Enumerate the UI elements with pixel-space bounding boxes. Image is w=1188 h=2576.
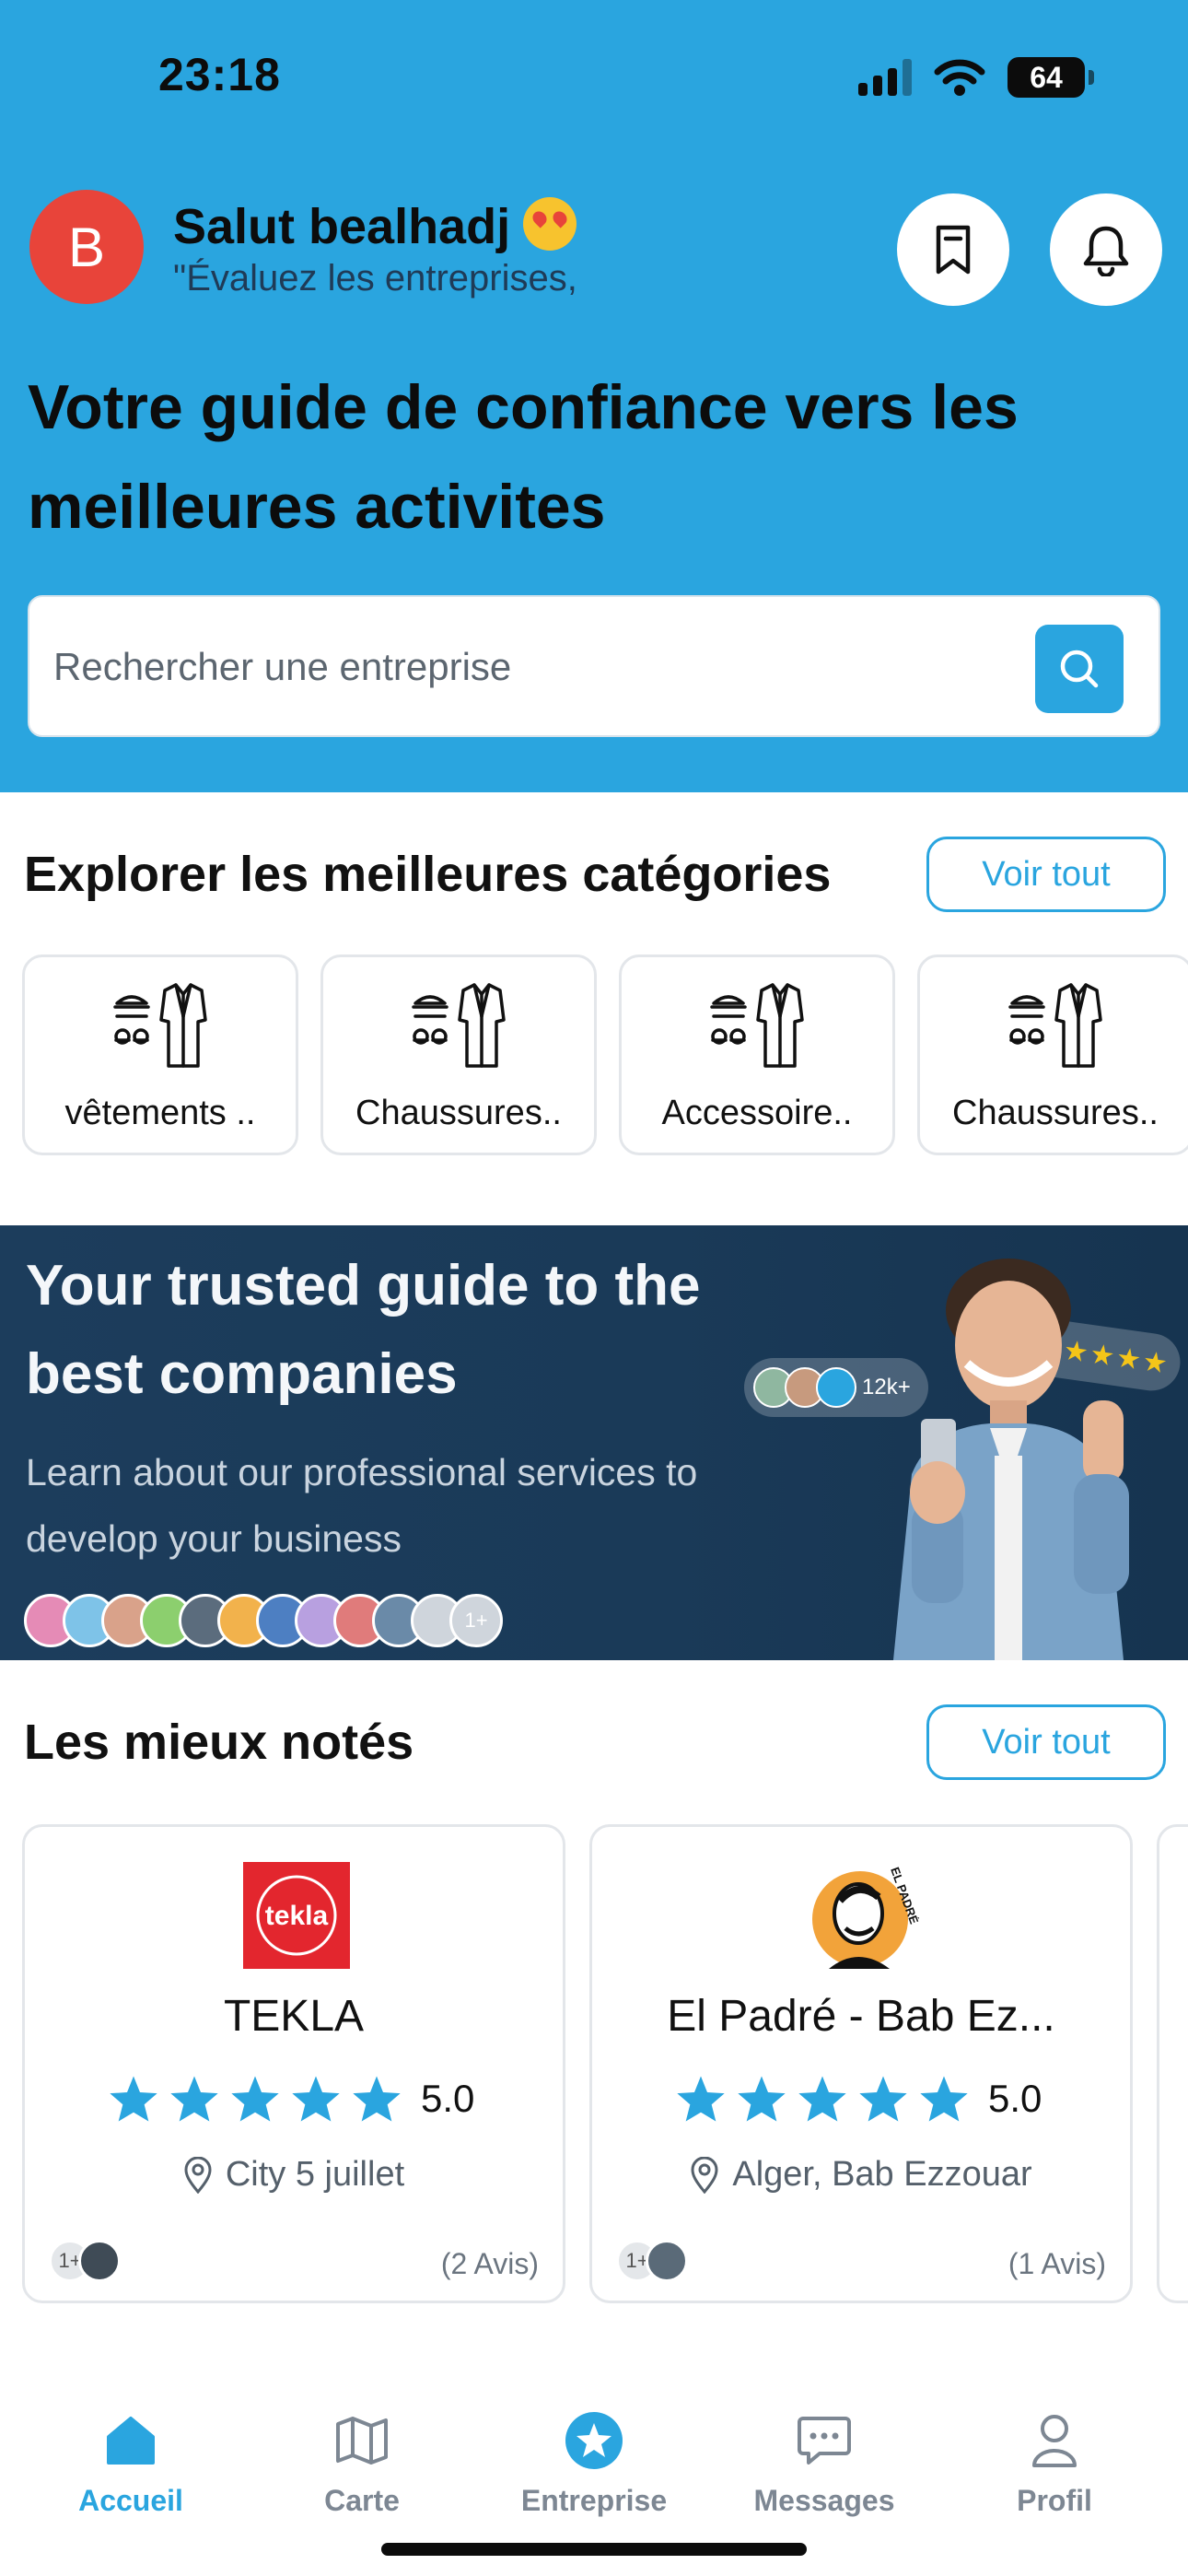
search-input[interactable] — [53, 630, 974, 704]
bookmark-icon — [936, 225, 971, 275]
tab-messages[interactable]: Messages — [723, 2410, 926, 2518]
tab-entreprise[interactable]: Entreprise — [493, 2410, 695, 2518]
wifi-icon — [934, 59, 985, 96]
heart-eyes-emoji-icon — [523, 197, 577, 251]
star-icon — [292, 2076, 340, 2122]
business-location: City 5 juillet — [25, 2155, 563, 2195]
hero-header: 23:18 64 B Salut bealhadj "Évaluez les e… — [0, 0, 1188, 792]
tab-label: Carte — [324, 2484, 400, 2517]
location-text: City 5 juillet — [225, 2155, 405, 2194]
bookmark-button[interactable] — [897, 193, 1009, 306]
star-icon — [859, 2076, 907, 2122]
search-icon — [1060, 650, 1099, 688]
tab-accueil[interactable]: Accueil — [29, 2410, 232, 2518]
category-label: Chaussures.. — [355, 1094, 562, 1132]
user-avatar[interactable]: B — [29, 190, 144, 304]
tekla-logo-text: tekla — [265, 1901, 329, 1931]
rating-value: 5.0 — [421, 2077, 475, 2120]
category-card[interactable]: Chaussures.. — [917, 954, 1188, 1155]
tab-label: Accueil — [78, 2484, 183, 2517]
clothing-icon — [113, 983, 207, 1068]
banner-subtitle: Learn about our professional services to… — [26, 1451, 698, 1560]
top-rated-title: Les mieux notés — [24, 1715, 414, 1770]
category-card[interactable]: Accessoire.. — [619, 954, 895, 1155]
greeting-subtitle: "Évaluez les entreprises, — [173, 258, 577, 299]
location-pin-icon — [691, 2156, 718, 2194]
category-card[interactable]: vêtements .. — [22, 954, 298, 1155]
search-bar — [28, 595, 1160, 737]
tab-profil[interactable]: Profil — [953, 2410, 1156, 2518]
business-name: El Padré - Bab Ez... — [667, 1992, 1055, 2041]
bell-icon — [1083, 226, 1129, 276]
reviewer-avatars: 1+ — [49, 2240, 121, 2282]
user-icon — [1024, 2410, 1085, 2471]
star-icon — [170, 2076, 218, 2122]
tekla-logo: tekla — [243, 1862, 350, 1969]
banner-avatar-stack: 1+ — [24, 1594, 503, 1647]
cellular-signal-icon — [858, 59, 912, 96]
clothing-icon — [1008, 983, 1102, 1068]
search-button[interactable] — [1035, 625, 1124, 713]
star-icon — [738, 2076, 786, 2122]
el-padre-logo: EL PADRÉ — [812, 1866, 919, 1969]
star-icon — [353, 2076, 401, 2122]
rating-stars: 5.0 — [675, 2074, 1042, 2124]
category-label: vêtements .. — [64, 1094, 256, 1132]
hero-title: Votre guide de confiance vers les meille… — [28, 372, 1019, 542]
clothing-icon — [412, 983, 506, 1068]
map-icon — [332, 2410, 392, 2471]
clothing-icon — [710, 983, 804, 1068]
star-icon — [677, 2076, 725, 2122]
star-icon — [798, 2076, 846, 2122]
top-rated-see-all-button[interactable]: Voir tout — [926, 1704, 1166, 1780]
tab-label: Profil — [1017, 2484, 1092, 2517]
home-indicator — [381, 2543, 807, 2556]
smiling-man-illustration — [893, 1259, 1129, 1660]
categories-title: Explorer les meilleures catégories — [24, 847, 832, 902]
rating-stars: 5.0 — [108, 2074, 474, 2124]
tab-label: Entreprise — [520, 2484, 668, 2517]
business-card[interactable]: EL PADRÉ El Padré - Bab Ez... 5.0 Alger,… — [589, 1824, 1133, 2303]
review-count: (1 Avis) — [1007, 2247, 1106, 2280]
review-count: (2 Avis) — [440, 2247, 539, 2280]
star-icon — [920, 2076, 968, 2122]
reviewer-avatar — [646, 2240, 688, 2282]
notifications-button[interactable] — [1050, 193, 1162, 306]
status-icons: 64 — [858, 57, 1094, 98]
home-icon — [100, 2410, 161, 2471]
reviewer-avatars: 1+ — [616, 2240, 688, 2282]
rating-value: 5.0 — [988, 2077, 1042, 2120]
business-name: TEKLA — [223, 1992, 365, 2041]
reviewer-avatar — [78, 2240, 121, 2282]
star-icon — [110, 2076, 157, 2122]
banner-avatar-more: 1+ — [449, 1594, 503, 1647]
tab-carte[interactable]: Carte — [261, 2410, 463, 2518]
star-badge-icon — [564, 2410, 624, 2471]
business-location: Alger, Bab Ezzouar — [592, 2155, 1130, 2195]
chat-bubble-icon — [794, 2410, 855, 2471]
banner-title: Your trusted guide to the best companies — [26, 1254, 701, 1406]
business-card-peek[interactable] — [1157, 1824, 1188, 2303]
status-time: 23:18 — [158, 49, 281, 100]
category-card[interactable]: Chaussures.. — [320, 954, 597, 1155]
battery-icon: 64 — [1007, 57, 1094, 98]
tab-label: Messages — [753, 2484, 895, 2517]
star-icon — [231, 2076, 279, 2122]
categories-see-all-button[interactable]: Voir tout — [926, 837, 1166, 912]
promo-banner[interactable]: Your trusted guide to the best companies… — [0, 1225, 1188, 1660]
category-label: Chaussures.. — [952, 1094, 1159, 1132]
category-label: Accessoire.. — [661, 1094, 853, 1132]
greeting: Salut bealhadj — [173, 197, 577, 255]
business-card[interactable]: tekla TEKLA 5.0 City 5 juillet 1+ (2 Avi… — [22, 1824, 565, 2303]
location-text: Alger, Bab Ezzouar — [732, 2155, 1032, 2194]
home-screen: 23:18 64 B Salut bealhadj "Évaluez les e… — [0, 0, 1188, 2576]
location-pin-icon — [184, 2156, 212, 2194]
greeting-text: Salut bealhadj — [173, 199, 511, 254]
